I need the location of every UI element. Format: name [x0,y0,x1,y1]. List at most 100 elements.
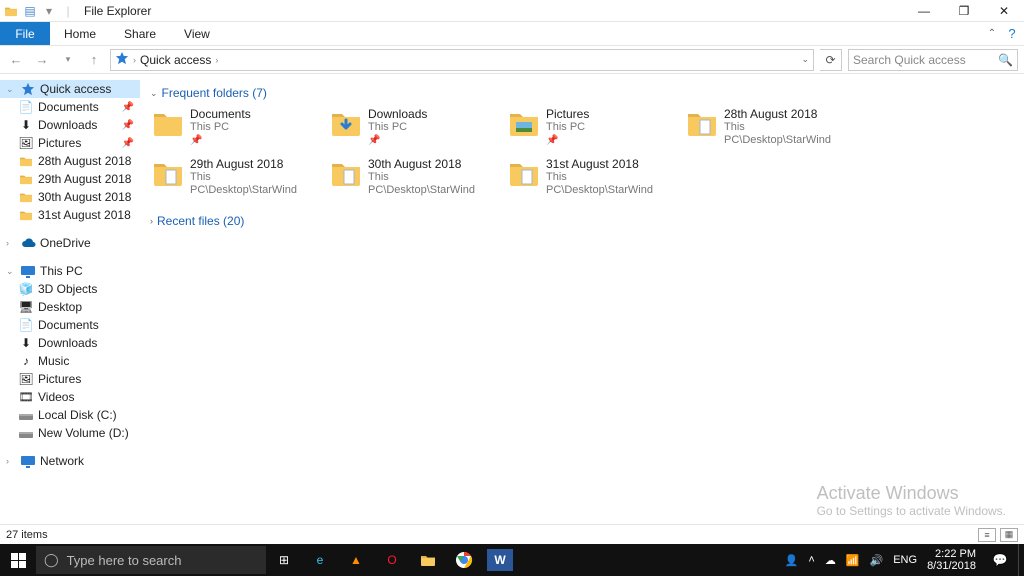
folder-item[interactable]: 28th August 2018 This PC\Desktop\StarWin… [684,106,850,150]
doc-icon: 📄 [18,318,34,332]
onedrive-tray-icon[interactable]: ☁ [825,554,836,567]
address-bar[interactable]: › Quick access › ⌄ [110,49,814,71]
close-button[interactable]: ✕ [984,0,1024,22]
sidebar-this-pc[interactable]: ⌄ This PC [0,262,140,280]
status-bar: 27 items ≡ ▦ [0,524,1024,544]
sidebar-item-downloads[interactable]: ⬇ Downloads 📌 [0,116,140,134]
forward-button[interactable]: → [32,50,52,70]
sidebar-item-folder[interactable]: 31st August 2018 [0,206,140,224]
taskbar-app-explorer[interactable] [410,544,446,576]
sidebar-item-pictures[interactable]: 🖼 Pictures [0,370,140,388]
maximize-button[interactable]: ❐ [944,0,984,22]
group-recent-files[interactable]: › Recent files (20) [150,214,1014,228]
sidebar-item-downloads[interactable]: ⬇ Downloads [0,334,140,352]
monitor-icon [20,264,36,278]
folder-location: This PC [546,121,589,134]
sidebar-item-3d-objects[interactable]: 🧊 3D Objects [0,280,140,298]
taskbar-app-word[interactable]: W [487,549,513,571]
taskbar-app-chrome[interactable] [446,544,482,576]
sidebar-item-local-disk-c-[interactable]: Local Disk (C:) [0,406,140,424]
tab-view[interactable]: View [170,22,224,45]
sidebar-item-folder[interactable]: 30th August 2018 [0,188,140,206]
folder-icon [330,108,362,140]
sidebar-item-documents[interactable]: 📄 Documents 📌 [0,98,140,116]
tab-home[interactable]: Home [50,22,110,45]
people-icon[interactable]: 👤 [785,554,799,567]
qat-properties-icon[interactable]: ▤ [22,3,38,19]
language-indicator[interactable]: ENG [893,554,917,566]
qat-new-folder-icon[interactable]: ▾ [41,3,57,19]
expand-icon[interactable]: › [6,238,16,248]
sidebar-item-label: Desktop [38,300,82,314]
sidebar-quick-access[interactable]: ⌄ Quick access [0,80,140,98]
expand-icon[interactable]: ⌄ [6,266,16,277]
address-dropdown[interactable]: ⌄ [801,54,809,65]
up-button[interactable]: ↑ [84,50,104,70]
sidebar-item-new-volume-d-[interactable]: New Volume (D:) [0,424,140,442]
sidebar-item-folder[interactable]: 29th August 2018 [0,170,140,188]
sidebar-item-videos[interactable]: 🎞 Videos [0,388,140,406]
breadcrumb[interactable]: Quick access [140,53,211,67]
taskbar: ◯ Type here to search ⊞ e ▲ O W 👤 ˄ ☁ 📶 … [0,544,1024,576]
back-button[interactable]: ← [6,50,26,70]
tab-share[interactable]: Share [110,22,170,45]
tray-overflow-button[interactable]: ˄ [808,554,814,566]
recent-locations-button[interactable]: ▾ [58,50,78,70]
sidebar-item-label: 3D Objects [38,282,97,296]
clock-time: 2:22 PM [935,548,976,560]
taskbar-search[interactable]: ◯ Type here to search [36,546,266,574]
minimize-button[interactable]: — [904,0,944,22]
refresh-button[interactable]: ⟳ [820,49,842,71]
task-view-button[interactable]: ⊞ [266,544,302,576]
folder-item[interactable]: Documents This PC 📌 [150,106,316,150]
app-icon [3,3,19,19]
taskbar-app-opera[interactable]: O [374,544,410,576]
folder-item[interactable]: Downloads This PC 📌 [328,106,494,150]
help-button[interactable]: ? [1000,22,1024,45]
ribbon-collapse-button[interactable]: ⌃ [984,22,1000,45]
sidebar-item-label: New Volume (D:) [38,426,129,440]
navigation-pane: ⌄ Quick access 📄 Documents 📌 ⬇ Downloads… [0,74,140,524]
breadcrumb-separator[interactable]: › [215,55,218,65]
folder-icon [508,108,540,140]
taskbar-app-vlc[interactable]: ▲ [338,544,374,576]
expand-icon[interactable]: › [6,456,16,466]
taskbar-clock[interactable]: 2:22 PM 8/31/2018 [921,548,982,572]
folder-item[interactable]: Pictures This PC 📌 [506,106,672,150]
expand-icon[interactable]: ⌄ [6,84,16,95]
sidebar-item-pictures[interactable]: 🖼 Pictures 📌 [0,134,140,152]
sidebar-item-documents[interactable]: 📄 Documents [0,316,140,334]
sidebar-onedrive[interactable]: › OneDrive [0,234,140,252]
window-title: File Explorer [84,4,151,18]
volume-tray-icon[interactable]: 🔊 [870,554,884,567]
folder-item[interactable]: 30th August 2018 This PC\Desktop\StarWin… [328,156,494,200]
sidebar-item-folder[interactable]: 28th August 2018 [0,152,140,170]
folder-item[interactable]: 31st August 2018 This PC\Desktop\StarWin… [506,156,672,200]
taskbar-app-edge[interactable]: e [302,544,338,576]
folder-item[interactable]: 29th August 2018 This PC\Desktop\StarWin… [150,156,316,200]
folder-location: This PC [368,121,427,134]
icons-view-button[interactable]: ▦ [1000,528,1018,542]
folder-location: This PC\Desktop\StarWind [546,171,670,197]
folder-location: This PC\Desktop\StarWind [724,121,848,147]
desktop-icon: 🖥 [18,300,34,314]
sidebar-item-label: Music [38,354,69,368]
down-icon: ⬇ [18,118,34,132]
sidebar-network[interactable]: › Network [0,452,140,470]
sidebar-item-music[interactable]: ♪ Music [0,352,140,370]
folder-icon [18,155,34,167]
details-view-button[interactable]: ≡ [978,528,996,542]
show-desktop-button[interactable] [1018,544,1024,576]
action-center-button[interactable]: 💬 [982,544,1018,576]
file-tab[interactable]: File [0,22,50,45]
network-tray-icon[interactable]: 📶 [846,554,860,567]
group-frequent-folders[interactable]: ⌄ Frequent folders (7) [150,86,1014,100]
folder-location: This PC\Desktop\StarWind [368,171,492,197]
sidebar-item-desktop[interactable]: 🖥 Desktop [0,298,140,316]
pin-icon: 📌 [190,134,251,147]
activate-windows-watermark: Activate Windows Go to Settings to activ… [817,483,1006,518]
drive-icon [18,408,34,422]
quick-access-icon [115,51,129,68]
start-button[interactable] [0,544,36,576]
search-box[interactable]: Search Quick access 🔍 [848,49,1018,71]
